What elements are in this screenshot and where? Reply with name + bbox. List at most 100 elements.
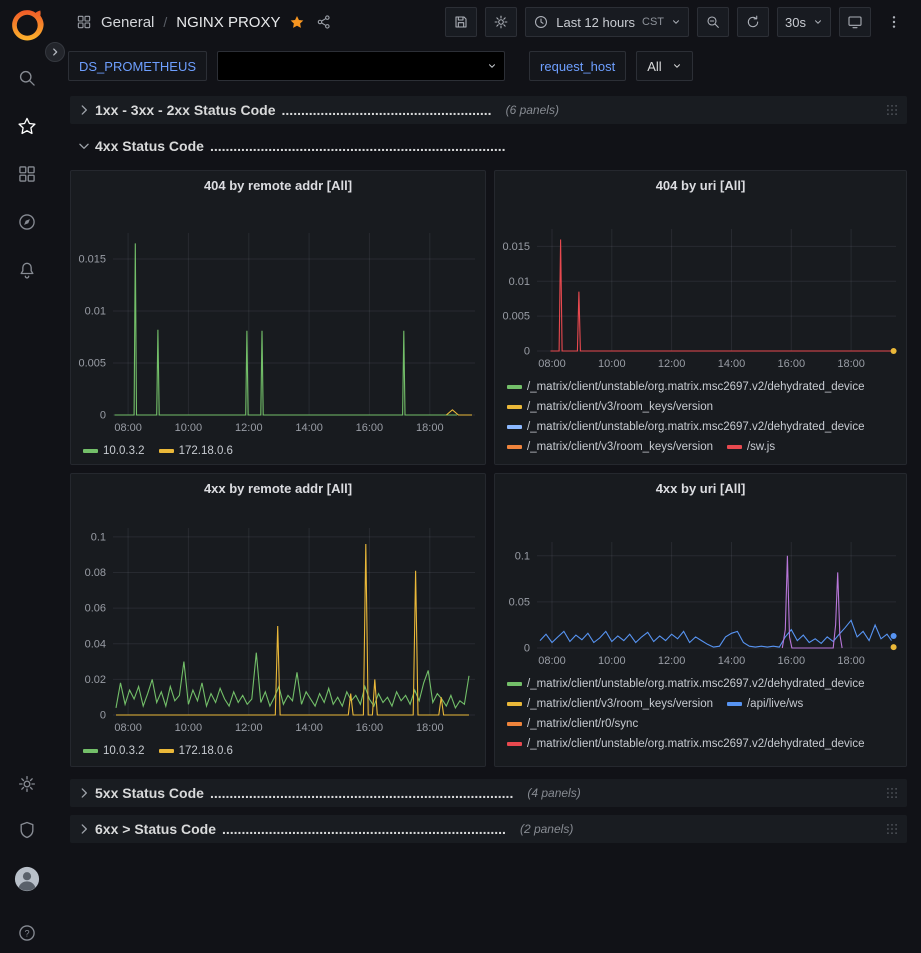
panel-title[interactable]: 4xx by uri [All] — [495, 474, 906, 502]
legend-swatch — [507, 405, 522, 409]
zoom-out-button[interactable] — [697, 7, 729, 37]
legend-item[interactable]: /sw.js — [727, 437, 775, 457]
dashboard-title[interactable]: NGINX PROXY — [176, 14, 280, 31]
svg-text:16:00: 16:00 — [356, 722, 384, 734]
row-5xx-status-code[interactable]: 5xx Status Code ........................… — [70, 779, 907, 807]
panel-title[interactable]: 4xx by remote addr [All] — [71, 474, 485, 502]
legend-item[interactable]: /_matrix/client/r0/sync — [507, 714, 638, 734]
tv-mode-button[interactable] — [839, 7, 871, 37]
legend-label: /_matrix/client/unstable/org.matrix.msc2… — [527, 738, 865, 750]
favorite-star-icon[interactable] — [289, 14, 305, 30]
share-icon[interactable] — [316, 14, 332, 30]
legend-swatch — [507, 385, 522, 389]
row-title: 5xx Status Code — [95, 785, 204, 801]
drag-handle-icon[interactable] — [885, 786, 899, 800]
legend-item[interactable]: /_matrix/client/v3/room_keys/version — [507, 397, 713, 417]
sidebar-item-help[interactable]: ? — [0, 923, 54, 943]
row-title: 4xx Status Code — [95, 138, 204, 154]
legend-item[interactable]: /api/live/ws — [727, 694, 803, 714]
request-host-variable-dropdown[interactable]: All — [636, 51, 692, 81]
chart-4xx-by-uri[interactable]: 08:0010:0012:0014:0016:0018:0000.050.1 — [495, 502, 906, 672]
legend-item[interactable]: 172.18.0.6 — [159, 441, 233, 461]
legend-label: /_matrix/client/v3/room_keys/version — [527, 401, 713, 413]
grafana-logo[interactable] — [8, 6, 46, 44]
sidebar-item-search[interactable] — [0, 68, 54, 88]
save-icon — [453, 14, 469, 30]
svg-text:18:00: 18:00 — [416, 722, 444, 734]
svg-text:18:00: 18:00 — [837, 655, 865, 667]
svg-text:0.015: 0.015 — [502, 241, 530, 253]
legend-label: 172.18.0.6 — [179, 745, 233, 757]
row-6xx-status-code[interactable]: 6xx > Status Code ......................… — [70, 815, 907, 843]
more-options-button[interactable] — [879, 7, 909, 37]
legend-swatch — [507, 445, 522, 449]
refresh-interval-picker[interactable]: 30s — [777, 7, 831, 37]
row-title: 1xx - 3xx - 2xx Status Code — [95, 102, 276, 118]
svg-text:18:00: 18:00 — [837, 358, 865, 370]
chevron-right-icon — [77, 786, 91, 800]
svg-text:14:00: 14:00 — [718, 358, 746, 370]
sidebar-item-configuration[interactable] — [0, 774, 54, 794]
sidebar-expand-button[interactable] — [45, 42, 65, 62]
legend-item[interactable]: 172.18.0.6 — [159, 741, 233, 761]
panels-grid: 404 by remote addr [All] 08:0010:0012:00… — [70, 170, 907, 767]
svg-text:16:00: 16:00 — [778, 655, 806, 667]
save-dashboard-button[interactable] — [445, 7, 477, 37]
chart-404-by-uri[interactable]: 08:0010:0012:0014:0016:0018:0000.0050.01… — [495, 199, 906, 375]
dashboard-body: 1xx - 3xx - 2xx Status Code ............… — [54, 88, 921, 953]
chevron-down-icon — [77, 139, 91, 153]
sidebar-nav — [0, 68, 54, 280]
variables-bar: DS_PROMETHEUS request_host All — [54, 44, 921, 88]
panel-title[interactable]: 404 by uri [All] — [495, 171, 906, 199]
drag-handle-icon[interactable] — [885, 103, 899, 117]
breadcrumb: General / NGINX PROXY — [76, 14, 332, 31]
row-1xx-3xx-2xx-status-code[interactable]: 1xx - 3xx - 2xx Status Code ............… — [70, 96, 907, 124]
legend-item[interactable]: /_matrix/client/v3/room_keys/version — [507, 437, 713, 457]
svg-text:0.005: 0.005 — [502, 311, 530, 323]
panel-title[interactable]: 404 by remote addr [All] — [71, 171, 485, 199]
dashboard-settings-button[interactable] — [485, 7, 517, 37]
legend-item[interactable]: /_matrix/client/unstable/org.matrix.msc2… — [507, 417, 865, 437]
legend-item[interactable]: /_matrix/client/v3/room_keys/version — [507, 694, 713, 714]
help-icon: ? — [17, 923, 37, 943]
svg-text:0: 0 — [524, 346, 530, 358]
legend-item[interactable]: 10.0.3.2 — [83, 741, 145, 761]
svg-text:0.1: 0.1 — [91, 531, 106, 543]
legend-item[interactable]: /_matrix/client/unstable/org.matrix.msc2… — [507, 734, 865, 754]
refresh-button[interactable] — [737, 7, 769, 37]
legend-item[interactable]: /_matrix/client/unstable/org.matrix.msc2… — [507, 674, 865, 694]
row-panel-count: (2 panels) — [520, 822, 573, 836]
drag-handle-icon[interactable] — [885, 822, 899, 836]
chevron-right-icon — [50, 47, 60, 57]
row-title-dots: ........................................… — [282, 102, 492, 118]
monitor-icon — [847, 14, 863, 30]
breadcrumb-folder[interactable]: General — [101, 14, 154, 31]
svg-text:14:00: 14:00 — [295, 422, 323, 434]
sidebar-item-explore[interactable] — [0, 212, 54, 232]
sidebar-bottom: ? — [0, 774, 54, 943]
gear-icon — [493, 14, 509, 30]
sidebar-item-dashboards[interactable] — [0, 164, 54, 184]
bell-icon — [17, 260, 37, 280]
row-4xx-status-code[interactable]: 4xx Status Code ........................… — [70, 132, 907, 160]
refresh-interval-label: 30s — [785, 15, 806, 30]
legend-swatch — [507, 425, 522, 429]
chart-4xx-by-remote-addr[interactable]: 08:0010:0012:0014:0016:0018:0000.020.040… — [71, 502, 485, 739]
legend-swatch — [507, 682, 522, 686]
chart-svg: 08:0010:0012:0014:0016:0018:0000.0050.01… — [71, 199, 485, 439]
chart-404-by-remote-addr[interactable]: 08:0010:0012:0014:0016:0018:0000.0050.01… — [71, 199, 485, 439]
sidebar-item-server-admin[interactable] — [0, 820, 54, 840]
svg-text:10:00: 10:00 — [175, 722, 203, 734]
datasource-variable-dropdown[interactable] — [217, 51, 505, 81]
time-range-picker[interactable]: Last 12 hours CST — [525, 7, 689, 37]
chart-legend: /_matrix/client/unstable/org.matrix.msc2… — [495, 672, 906, 754]
panel-404-by-uri: 404 by uri [All] 08:0010:0012:0014:0016:… — [494, 170, 907, 465]
sidebar-item-alerting[interactable] — [0, 260, 54, 280]
sidebar-item-starred[interactable] — [0, 116, 54, 136]
kebab-menu-icon — [886, 14, 902, 30]
legend-item[interactable]: 10.0.3.2 — [83, 441, 145, 461]
svg-text:10:00: 10:00 — [598, 358, 626, 370]
panel-404-by-remote-addr: 404 by remote addr [All] 08:0010:0012:00… — [70, 170, 486, 465]
legend-item[interactable]: /_matrix/client/unstable/org.matrix.msc2… — [507, 377, 865, 397]
sidebar-item-profile[interactable] — [0, 866, 54, 897]
